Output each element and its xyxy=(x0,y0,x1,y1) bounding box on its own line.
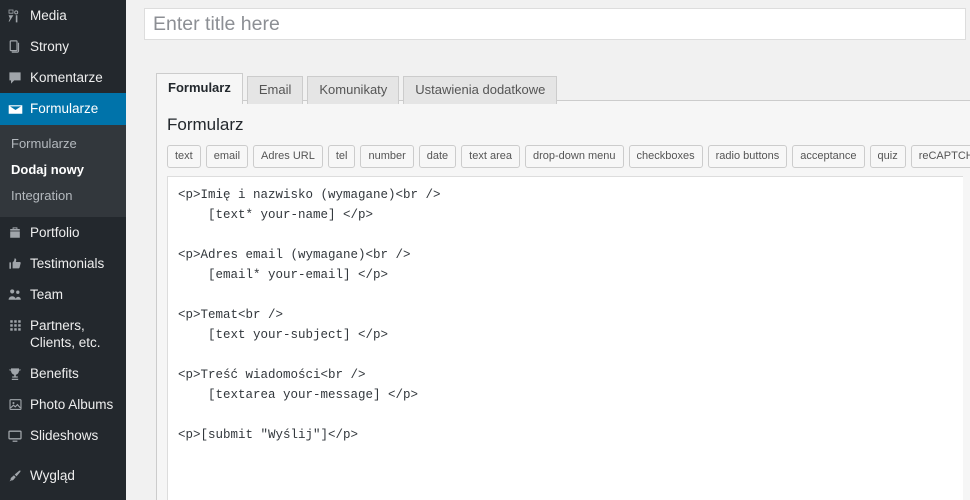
comments-icon xyxy=(0,69,30,86)
tag-button-dropdown-menu[interactable]: drop-down menu xyxy=(524,145,624,168)
form-code-editor[interactable]: <p>Imię i nazwisko (wymagane)<br /> [tex… xyxy=(167,176,963,500)
tab-label: Email xyxy=(258,82,292,97)
panel-heading: Formularz xyxy=(167,115,244,134)
tag-generator-buttons: text email Adres URL tel number date tex… xyxy=(167,145,970,168)
sidebar-subitem-integration[interactable]: Integration xyxy=(0,183,126,209)
tag-button-acceptance[interactable]: acceptance xyxy=(792,145,865,168)
monitor-icon xyxy=(0,427,30,444)
tag-button-radio-buttons[interactable]: radio buttons xyxy=(707,145,788,168)
sidebar-item-label: Formularze xyxy=(30,101,99,116)
sidebar-item-portfolio[interactable]: Portfolio xyxy=(0,217,126,248)
contact-form-tabs: Formularz Email Komunikaty Ustawienia do… xyxy=(156,73,970,104)
tag-button-checkboxes[interactable]: checkboxes xyxy=(628,145,703,168)
sidebar-item-label: Partners, Clients, etc. xyxy=(30,318,101,350)
tag-button-text[interactable]: text xyxy=(167,145,201,168)
sidebar-item-label: Slideshows xyxy=(30,428,99,443)
admin-screen: Media Strony Komentarze Formularze Formu… xyxy=(0,0,970,500)
sidebar-item-label: Photo Albums xyxy=(30,397,114,412)
sidebar-item-label: Wygląd xyxy=(30,468,75,483)
sidebar-subitem-dodaj-nowy[interactable]: Dodaj nowy xyxy=(0,157,126,183)
tab-label: Ustawienia dodatkowe xyxy=(415,82,546,97)
tab-label: Formularz xyxy=(168,80,231,95)
sidebar-item-wyglad[interactable]: Wygląd xyxy=(0,460,126,491)
photo-album-icon xyxy=(0,396,30,412)
sidebar-subitem-label: Formularze xyxy=(11,136,77,151)
sidebar-subitem-label: Dodaj nowy xyxy=(11,162,84,177)
tag-button-quiz[interactable]: quiz xyxy=(869,145,906,168)
sidebar-item-label: Portfolio xyxy=(30,225,80,240)
tag-button-number[interactable]: number xyxy=(360,145,414,168)
post-title-input[interactable] xyxy=(144,8,966,40)
sidebar-item-label: Testimonials xyxy=(30,256,105,271)
sidebar-item-komentarze[interactable]: Komentarze xyxy=(0,62,126,93)
sidebar-item-slideshows[interactable]: Slideshows xyxy=(0,420,126,451)
tag-button-url[interactable]: Adres URL xyxy=(253,145,323,168)
sidebar-item-wtyczki[interactable]: Wtyczki4 xyxy=(0,491,126,500)
thumbs-up-icon xyxy=(0,255,30,272)
sidebar-item-formularze[interactable]: Formularze xyxy=(0,93,126,125)
sidebar-item-team[interactable]: Team xyxy=(0,279,126,310)
sidebar-item-label: Strony xyxy=(30,39,70,54)
tag-button-textarea[interactable]: text area xyxy=(461,145,520,168)
menu-separator xyxy=(0,451,126,460)
sidebar-item-testimonials[interactable]: Testimonials xyxy=(0,248,126,279)
admin-sidebar: Media Strony Komentarze Formularze Formu… xyxy=(0,0,126,500)
form-panel: Formularz text email Adres URL tel numbe… xyxy=(156,100,970,500)
tab-ustawienia-dodatkowe[interactable]: Ustawienia dodatkowe xyxy=(403,76,558,104)
sidebar-item-benefits[interactable]: Benefits xyxy=(0,358,126,389)
sidebar-item-partners-clients[interactable]: Partners, Clients, etc. xyxy=(0,310,126,358)
main-content: Formularz Email Komunikaty Ustawienia do… xyxy=(126,0,970,500)
media-icon xyxy=(0,7,30,24)
sidebar-item-strony[interactable]: Strony xyxy=(0,31,126,62)
tab-komunikaty[interactable]: Komunikaty xyxy=(307,76,400,104)
email-envelope-icon xyxy=(0,100,30,118)
sidebar-item-label: Media xyxy=(30,8,67,23)
sidebar-item-photo-albums[interactable]: Photo Albums xyxy=(0,389,126,420)
sidebar-submenu: Formularze Dodaj nowy Integration xyxy=(0,125,126,217)
sidebar-item-label: Benefits xyxy=(30,366,79,381)
tag-button-tel[interactable]: tel xyxy=(327,145,356,168)
appearance-brush-icon xyxy=(0,467,30,484)
title-wrap xyxy=(126,0,970,40)
sidebar-item-media[interactable]: Media xyxy=(0,0,126,31)
portfolio-briefcase-icon xyxy=(0,224,30,241)
sidebar-subitem-label: Integration xyxy=(11,188,73,203)
tag-button-email[interactable]: email xyxy=(205,145,249,168)
sidebar-item-label: Team xyxy=(30,287,64,302)
sidebar-subitem-formularze[interactable]: Formularze xyxy=(0,131,126,157)
tag-button-recaptcha[interactable]: reCAPTCHA xyxy=(910,145,970,168)
pages-icon xyxy=(0,38,30,54)
users-group-icon xyxy=(0,286,30,303)
grid-icon xyxy=(0,317,30,333)
trophy-icon xyxy=(0,365,30,382)
tag-button-date[interactable]: date xyxy=(418,145,457,168)
sidebar-item-label: Komentarze xyxy=(30,70,103,85)
tab-label: Komunikaty xyxy=(319,82,388,97)
tab-email[interactable]: Email xyxy=(246,76,304,104)
tab-formularz[interactable]: Formularz xyxy=(156,73,243,104)
